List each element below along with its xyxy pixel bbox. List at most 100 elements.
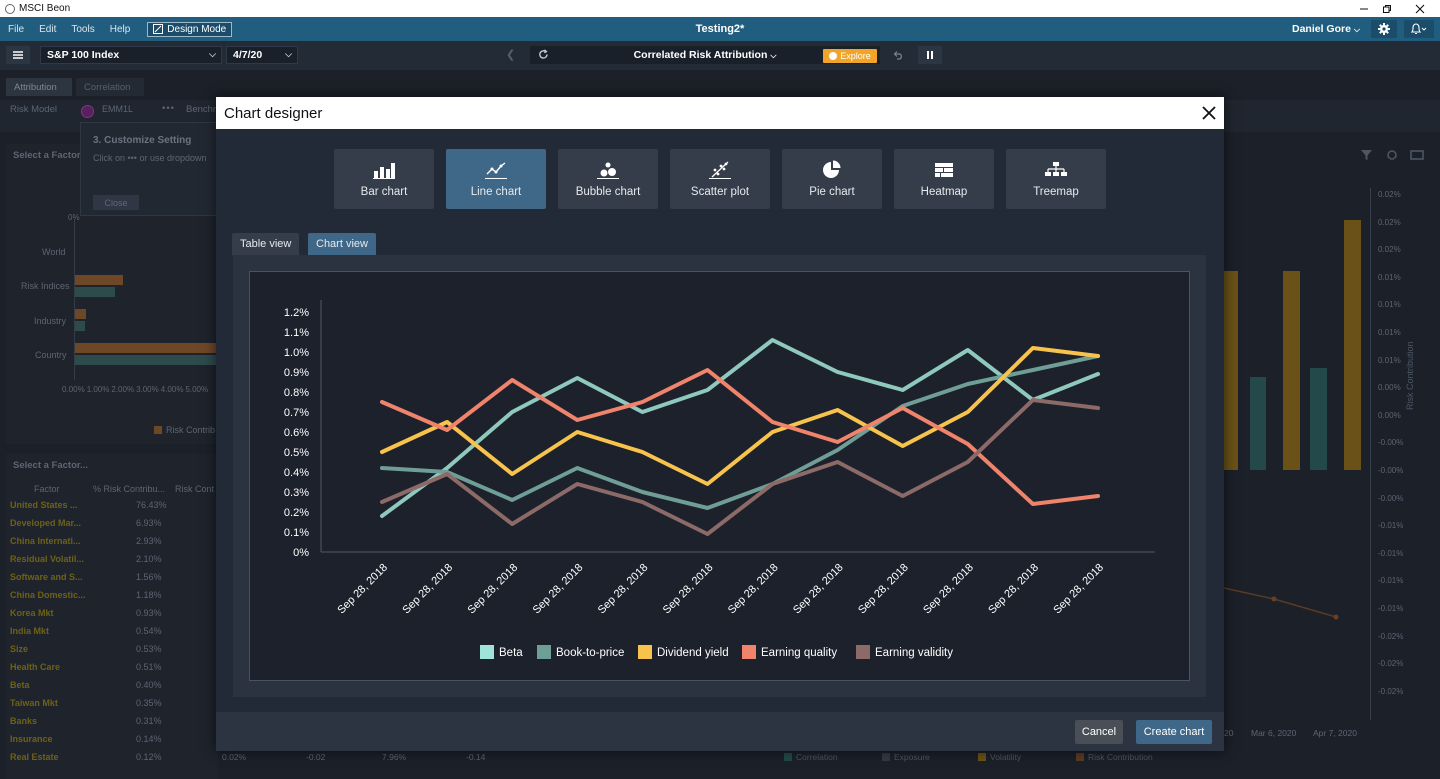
table-row-pct: 0.53% [136, 644, 162, 654]
bar-label-industry: Industry [34, 316, 67, 326]
table-row-pct: 0.51% [136, 662, 162, 672]
chart-type-scatter[interactable]: Scatter plot [670, 149, 770, 209]
menu-tools[interactable]: Tools [71, 24, 94, 35]
cell: 0.02% [222, 752, 247, 762]
x-tick-label: Sep 28, 2018 [856, 562, 911, 617]
table-row-factor[interactable]: Banks [10, 716, 37, 726]
menu-help[interactable]: Help [110, 24, 131, 35]
cancel-button[interactable]: Cancel [1075, 720, 1123, 744]
x-tick: 0.00% [62, 385, 85, 394]
x-tick: 4.00% [160, 385, 184, 394]
chart-type-label: Bar chart [360, 186, 408, 198]
table-row-factor[interactable]: Software and S... [10, 572, 83, 582]
design-mode-label: Design Mode [167, 23, 227, 35]
table-row-factor[interactable]: India Mkt [10, 626, 49, 636]
undo-button[interactable] [888, 46, 908, 64]
cell: -0.02 [306, 752, 326, 762]
explore-badge[interactable]: Explore [823, 49, 877, 63]
right-x-tick: Apr 7, 2020 [1313, 728, 1357, 738]
chart-type-bar[interactable]: Bar chart [334, 149, 434, 209]
chart-type-line[interactable]: Line chart [446, 149, 546, 209]
table-row-factor[interactable]: China Internati... [10, 536, 81, 546]
bar-chart-icon [373, 163, 395, 179]
back-arrow-icon[interactable]: ❮ [506, 48, 515, 61]
chevron-down-icon: ⌵ [209, 49, 216, 59]
table-row-factor[interactable]: Insurance [10, 734, 53, 744]
chart-type-treemap[interactable]: Treemap [1006, 149, 1106, 209]
date-dropdown[interactable]: 4/7/20 ⌵ [226, 46, 298, 64]
bottom-legend: Correlation Exposure Volatility Risk Con… [784, 752, 1184, 764]
close-icon[interactable] [1200, 104, 1218, 122]
bubble-chart-icon [597, 162, 619, 179]
restore-icon[interactable] [1372, 0, 1402, 17]
tab-correlation[interactable]: Correlation [76, 78, 144, 96]
date-value: 4/7/20 [233, 49, 263, 61]
select-factor-table-title: Select a Factor... [13, 460, 88, 471]
tab-table-view[interactable]: Table view [232, 233, 300, 255]
x-tick: 2.00% [111, 385, 135, 394]
right-line-series [1224, 587, 1339, 620]
table-row-pct: 0.54% [136, 626, 162, 636]
col-header-pct[interactable]: % Risk Contribu... [93, 484, 165, 494]
customize-tooltip: 3. Customize Setting Click on ••• or use… [80, 122, 220, 216]
right-panel-tools [1361, 150, 1424, 160]
bar-label-country: Country [35, 350, 67, 360]
col-header-risk[interactable]: Risk Cont [175, 484, 214, 494]
x-tick-label: Sep 28, 2018 [335, 562, 390, 617]
notifications-button[interactable] [1404, 20, 1434, 38]
settings-button[interactable] [1371, 20, 1397, 38]
chart-type-bubble[interactable]: Bubble chart [558, 149, 658, 209]
hamburger-menu-button[interactable] [6, 46, 30, 64]
customize-text: Click on ••• or use dropdown [93, 153, 207, 163]
table-row-factor[interactable]: Developed Mar... [10, 518, 81, 528]
table-row-factor[interactable]: Size [10, 644, 28, 654]
explore-label: Explore [840, 51, 871, 61]
risk-model-value[interactable]: EMM1L [102, 104, 133, 114]
user-menu[interactable]: Daniel Gore ⌵ [1292, 23, 1360, 35]
design-mode-button[interactable]: Design Mode [147, 21, 233, 37]
select-factor-title: Select a Factor [13, 150, 81, 161]
table-row-factor[interactable]: Health Care [10, 662, 60, 672]
right-y-tick: -0.01% [1378, 604, 1404, 613]
create-chart-button[interactable]: Create chart [1136, 720, 1212, 744]
chart-preview: 0% 0.1% 0.2% 0.3% 0.4% 0.5% 0.6% 0.7% 0.8% 0.9% 1.… [249, 271, 1190, 681]
table-row-pct: 6.93% [136, 518, 162, 528]
window-icon [1410, 150, 1424, 160]
y-tick-label: 1.0% [284, 347, 309, 359]
table-row-factor[interactable]: Real Estate [10, 752, 59, 762]
menu-file[interactable]: File [8, 24, 24, 35]
right-y-tick: -0.02% [1378, 631, 1404, 641]
tab-chart-view[interactable]: Chart view [308, 233, 376, 255]
cell: 7.96% [382, 752, 407, 762]
pause-button[interactable] [918, 46, 942, 64]
table-row-factor[interactable]: Residual Volatil... [10, 554, 84, 564]
compass-icon [829, 52, 838, 60]
table-row-factor[interactable]: Beta [10, 680, 30, 690]
tab-attribution[interactable]: Attribution [6, 78, 72, 96]
bg-bar [75, 343, 216, 353]
table-row-factor[interactable]: Taiwan Mkt [10, 698, 58, 708]
portfolio-dropdown[interactable]: S&P 100 Index ⌵ [40, 46, 222, 64]
col-header-factor[interactable]: Factor [34, 484, 60, 494]
menu-edit[interactable]: Edit [39, 24, 56, 35]
right-y-tick: -0.01% [1378, 521, 1404, 531]
chart-type-heatmap[interactable]: Heatmap [894, 149, 994, 209]
chart-type-pie[interactable]: Pie chart [782, 149, 882, 209]
table-row-pct: 2.93% [136, 536, 162, 546]
close-window-icon[interactable] [1405, 0, 1435, 17]
table-row-pct: 0.14% [136, 734, 162, 744]
x-tick-label: Sep 28, 2018 [400, 562, 455, 617]
table-row-factor[interactable]: United States ... [10, 500, 78, 510]
chart-type-label: Bubble chart [575, 186, 641, 198]
cell: -0.14 [466, 752, 486, 762]
y-tick-label: 0.1% [284, 527, 309, 539]
legend-label: Dividend yield [657, 647, 729, 659]
more-options-icon[interactable]: ••• [162, 103, 175, 114]
close-tooltip-button[interactable]: Close [93, 195, 139, 210]
x-tick-label: Sep 28, 2018 [661, 562, 716, 617]
legend-item: Exposure [894, 752, 930, 762]
table-row-factor[interactable]: Korea Mkt [10, 608, 54, 618]
table-row-pct: 76.43% [136, 500, 167, 510]
dialog-title: Chart designer [224, 104, 323, 122]
table-row-factor[interactable]: China Domestic... [10, 590, 86, 600]
